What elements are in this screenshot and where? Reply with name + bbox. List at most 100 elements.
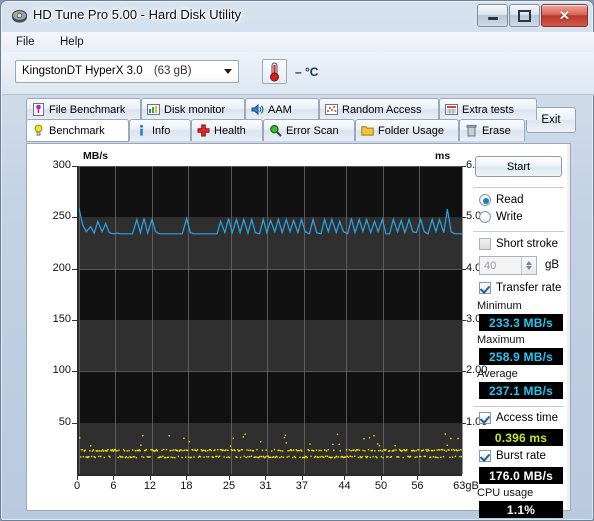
- drive-name: KingstonDT HyperX 3.0: [22, 65, 143, 77]
- x-tick-label: 0: [73, 480, 81, 492]
- y-tick-label: 100: [52, 364, 71, 377]
- temperature-value: – °C: [295, 65, 319, 79]
- menu-bar: File Help: [2, 32, 594, 53]
- transfer-rate-label: Transfer rate: [496, 282, 562, 294]
- info-icon: [135, 124, 148, 137]
- lightbulb-icon: [32, 124, 45, 137]
- radio-write-icon: [479, 211, 491, 223]
- close-button[interactable]: ✕: [541, 4, 588, 27]
- tab-error-scan[interactable]: Error Scan: [263, 119, 355, 141]
- drive-select[interactable]: KingstonDT HyperX 3.0 (63 gB): [15, 60, 239, 83]
- tab-erase[interactable]: Erase: [459, 119, 525, 141]
- short-stroke-stepper[interactable]: 40: [479, 256, 537, 275]
- cpu-usage-value: 1.1%: [479, 501, 563, 518]
- access-time-value: 0.396 ms: [479, 429, 563, 446]
- tab-label: File Benchmark: [49, 103, 126, 116]
- plot-series: [79, 208, 462, 459]
- minimum-caption: Minimum: [477, 300, 522, 312]
- tab-aam[interactable]: AAM: [245, 98, 319, 120]
- chevron-down-icon[interactable]: [218, 62, 237, 81]
- burst-rate-value: 176.0 MB/s: [479, 467, 563, 484]
- average-caption: Average: [477, 368, 518, 380]
- short-stroke-label: Short stroke: [496, 238, 558, 250]
- menu-help[interactable]: Help: [54, 35, 90, 49]
- window-controls: ✕: [476, 4, 588, 27]
- tab-label: Benchmark: [49, 124, 105, 137]
- y-axis-unit: MB/s: [83, 150, 109, 162]
- access-time-checkbox-icon: [479, 412, 491, 424]
- control-panel: Start Read Write Short stroke 40 gB Tran…: [467, 146, 570, 518]
- short-stroke-unit: gB: [545, 259, 560, 271]
- tab-label: Erase: [482, 124, 511, 137]
- cpu-usage-caption: CPU usage: [477, 487, 534, 499]
- trash-icon: [465, 124, 478, 137]
- tab-disk-monitor[interactable]: Disk monitor: [141, 98, 245, 120]
- tab-extra-tests[interactable]: Extra tests: [439, 98, 537, 120]
- drive-select-value: KingstonDT HyperX 3.0 (63 gB): [22, 65, 192, 77]
- start-button[interactable]: Start: [475, 156, 562, 177]
- tab-info[interactable]: Info: [129, 119, 191, 141]
- radio-write-label: Write: [496, 211, 523, 223]
- x-tick-label: 18: [180, 480, 193, 492]
- tab-label: AAM: [268, 103, 292, 116]
- tab-label: Info: [152, 124, 171, 137]
- average-value: 237.1 MB/s: [479, 382, 563, 399]
- tab-row-lower: Benchmark Info Health Error Scan Folder …: [26, 119, 525, 142]
- tab-label: Error Scan: [286, 124, 339, 137]
- panel-splitter[interactable]: [567, 144, 570, 510]
- tab-random-access[interactable]: Random Access: [319, 98, 439, 120]
- plot-area: [77, 166, 463, 476]
- menu-file[interactable]: File: [10, 35, 41, 49]
- y-tick-label: 200: [52, 261, 71, 274]
- drive-capacity: (63 gB): [153, 65, 192, 77]
- x-tick-label: 44: [338, 480, 351, 492]
- access-time-label: Access time: [496, 412, 558, 424]
- maximize-icon: [510, 5, 539, 26]
- minimum-value: 233.3 MB/s: [479, 314, 563, 331]
- close-icon: ✕: [559, 7, 570, 23]
- grid-chart-icon: [445, 103, 458, 116]
- tab-label: Random Access: [342, 103, 422, 116]
- stepper-buttons[interactable]: [521, 257, 536, 274]
- x-tick-label: 12: [143, 480, 157, 492]
- tab-health[interactable]: Health: [191, 119, 263, 141]
- burst-rate-checkbox-icon: [479, 450, 491, 462]
- x-tick-label: 25: [222, 480, 236, 492]
- tab-label: Disk monitor: [164, 103, 226, 116]
- tab-label: Extra tests: [462, 103, 514, 116]
- burst-rate-label: Burst rate: [496, 450, 546, 462]
- thermometer-icon[interactable]: [262, 59, 287, 84]
- x-tick-label: 50: [374, 480, 388, 492]
- bar-chart-icon: [147, 103, 160, 116]
- scatter-icon: [325, 103, 338, 116]
- tab-benchmark[interactable]: Benchmark: [26, 119, 129, 142]
- y-tick-label: 250: [52, 210, 71, 223]
- benchmark-graph: MB/s ms 30025020015010050 6.005.004.003.…: [27, 146, 488, 506]
- y-tick-label: 50: [58, 415, 71, 428]
- x-tick-label: 56: [411, 480, 424, 492]
- radio-write[interactable]: Write: [479, 211, 523, 223]
- y2-axis-unit: ms: [435, 150, 451, 162]
- hdd-icon: [11, 8, 28, 25]
- x-tick-label: 37: [295, 480, 309, 492]
- window-title: HD Tune Pro 5.00 - Hard Disk Utility: [33, 7, 242, 22]
- radio-read[interactable]: Read: [479, 194, 524, 206]
- tab-label: Folder Usage: [378, 124, 445, 137]
- benchmark-panel: MB/s ms 30025020015010050 6.005.004.003.…: [26, 143, 571, 518]
- tab-strip: File Benchmark Disk monitor AAM Random A…: [26, 98, 571, 143]
- radio-read-label: Read: [496, 194, 524, 206]
- minimize-button[interactable]: [477, 4, 508, 27]
- checkbox-access-time[interactable]: Access time: [479, 412, 558, 424]
- checkbox-burst-rate[interactable]: Burst rate: [479, 450, 546, 462]
- tab-folder-usage[interactable]: Folder Usage: [355, 119, 459, 141]
- checkbox-transfer-rate[interactable]: Transfer rate: [479, 282, 561, 294]
- transfer-rate-checkbox-icon: [479, 282, 491, 294]
- maximize-button[interactable]: [509, 4, 540, 27]
- toolbar: KingstonDT HyperX 3.0 (63 gB) – °C Exit: [2, 52, 594, 133]
- checkbox-short-stroke[interactable]: Short stroke: [479, 238, 558, 250]
- y-tick-label: 150: [52, 313, 71, 325]
- file-benchmark-icon: [32, 103, 45, 116]
- maximum-value: 258.9 MB/s: [479, 348, 563, 365]
- y-tick-label: 300: [52, 159, 71, 171]
- tab-file-benchmark[interactable]: File Benchmark: [26, 98, 141, 120]
